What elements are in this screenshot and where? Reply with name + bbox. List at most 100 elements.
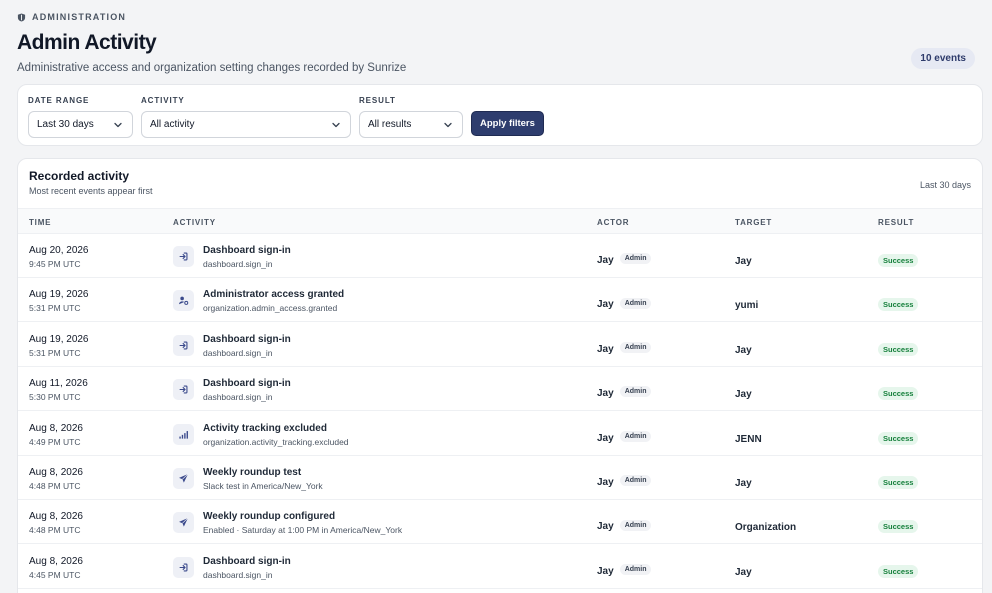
activity-code: dashboard.sign_in	[203, 569, 273, 580]
time-cell: Aug 20, 2026 9:45 PM UTC	[29, 245, 89, 269]
event-time: 4:45 PM UTC	[29, 569, 81, 580]
actor-name: Jay	[597, 432, 614, 444]
event-time: 5:31 PM UTC	[29, 347, 81, 358]
time-cell: Aug 11, 2026 5:30 PM UTC	[29, 378, 88, 402]
target-name: Jay	[735, 478, 752, 489]
time-cell: Aug 8, 2026 4:49 PM UTC	[29, 423, 83, 447]
activity-cell: Dashboard sign-in dashboard.sign_in	[203, 245, 291, 269]
status-badge: Success	[878, 476, 919, 489]
activity-code: Enabled · Saturday at 1:00 PM in America…	[203, 525, 403, 536]
result-filter: RESULT All results	[359, 96, 463, 138]
table-row[interactable]: Aug 8, 2026 4:45 PM UTC Dashboard sign-in d…	[18, 545, 982, 589]
activity-title: Dashboard sign-in	[203, 333, 291, 345]
activity-title: Dashboard sign-in	[203, 378, 291, 390]
event-date: Aug 11, 2026	[29, 378, 88, 390]
event-count-badge: 10 events	[911, 48, 975, 69]
target-cell: Jay	[735, 384, 752, 402]
time-cell: Aug 19, 2026 5:31 PM UTC	[29, 334, 89, 358]
status-badge: Success	[878, 298, 919, 312]
actor-name: Jay	[597, 565, 614, 577]
actor-cell: Jay Admin	[597, 250, 652, 268]
event-date: Aug 8, 2026	[29, 555, 83, 567]
target-name: Jay	[735, 256, 752, 267]
signal-bars-icon	[173, 423, 194, 445]
activity-code: dashboard.sign_in	[203, 392, 273, 403]
actor-cell: Jay Admin	[597, 516, 652, 534]
role-badge: Admin	[619, 297, 652, 309]
chevron-down-icon	[113, 120, 123, 130]
event-time: 5:30 PM UTC	[29, 392, 81, 403]
target-cell: Jay	[735, 562, 752, 580]
paper-plane-icon	[173, 468, 194, 489]
role-badge: Admin	[619, 386, 652, 398]
activity-cell: Dashboard sign-in dashboard.sign_in	[203, 378, 291, 402]
actor-name: Jay	[597, 255, 614, 266]
page-header: ADMINISTRATION Admin Activity Administra…	[17, 12, 975, 74]
actor-name: Jay	[597, 388, 614, 400]
target-name: JENN	[735, 433, 762, 445]
actor-name: Jay	[597, 477, 614, 488]
activity-select[interactable]: All activity	[141, 111, 351, 138]
date-range-select[interactable]: Last 30 days	[28, 111, 133, 138]
table-row[interactable]: Aug 19, 2026 5:31 PM UTC Administrator acc…	[18, 278, 982, 323]
page-title: Admin Activity	[17, 31, 157, 54]
activity-title: Dashboard sign-in	[203, 555, 291, 567]
table-row[interactable]: Aug 20, 2026 9:45 PM UTC Dashboard sign-in…	[18, 234, 982, 278]
recorded-activity-card: Recorded activity Most recent events app…	[17, 158, 983, 593]
target-cell: Jay	[735, 473, 752, 491]
card-title: Recorded activity	[29, 169, 130, 183]
activity-title: Weekly roundup test	[203, 467, 302, 478]
apply-filters-button[interactable]: Apply filters	[471, 111, 544, 136]
activity-filter-label: ACTIVITY	[141, 96, 185, 105]
result-cell: Success	[878, 428, 919, 446]
status-badge: Success	[878, 520, 919, 534]
activity-cell: Dashboard sign-in dashboard.sign_in	[203, 334, 291, 358]
status-badge: Success	[878, 564, 919, 578]
table-row[interactable]: Aug 8, 2026 4:49 PM UTC Activity tracking …	[18, 412, 982, 456]
activity-code: organization.admin_access.granted	[203, 303, 338, 314]
result-cell: Success	[878, 250, 919, 268]
sign-in-icon	[173, 334, 194, 356]
time-cell: Aug 8, 2026 4:48 PM UTC	[29, 511, 83, 535]
activity-cell: Weekly roundup configured Enabled · Satur…	[203, 511, 402, 535]
table-row[interactable]: Aug 11, 2026 5:30 PM UTC Dashboard sign-in…	[18, 367, 982, 412]
column-header-activity: ACTIVITY	[173, 218, 216, 227]
activity-code: organization.activity_tracking.excluded	[203, 436, 349, 447]
eyebrow-label: ADMINISTRATION	[32, 12, 127, 22]
target-name: Organization	[735, 522, 797, 534]
event-time: 4:49 PM UTC	[29, 436, 81, 447]
actor-cell: Jay Admin	[597, 561, 652, 579]
result-filter-value: All results	[368, 119, 412, 130]
event-date: Aug 19, 2026	[29, 333, 89, 345]
status-badge: Success	[878, 387, 919, 401]
result-select[interactable]: All results	[359, 111, 463, 138]
activity-code: dashboard.sign_in	[203, 259, 273, 269]
date-range-value: Last 30 days	[37, 119, 94, 130]
table-row[interactable]: Aug 8, 2026 4:48 PM UTC Weekly roundup tes…	[18, 456, 982, 500]
table-header: TIME ACTIVITY ACTOR TARGET RESULT	[18, 208, 982, 234]
activity-title: Dashboard sign-in	[203, 245, 291, 256]
filter-bar: DATE RANGE Last 30 days ACTIVITY All act…	[17, 84, 983, 146]
actor-name: Jay	[597, 343, 614, 355]
result-cell: Success	[878, 383, 919, 401]
target-name: yumi	[735, 300, 759, 312]
activity-title: Administrator access granted	[203, 289, 345, 301]
event-date: Aug 19, 2026	[29, 289, 89, 301]
activity-code: Slack test in America/New_York	[203, 481, 323, 491]
actor-cell: Jay Admin	[597, 294, 652, 312]
target-name: Jay	[735, 344, 752, 356]
event-date: Aug 8, 2026	[29, 467, 83, 478]
activity-cell: Administrator access granted organization…	[203, 289, 344, 313]
date-range-label: DATE RANGE	[28, 96, 90, 105]
card-subtitle: Most recent events appear first	[29, 186, 153, 196]
time-cell: Aug 19, 2026 5:31 PM UTC	[29, 289, 89, 313]
table-row[interactable]: Aug 8, 2026 4:48 PM UTC Weekly roundup con…	[18, 500, 982, 545]
activity-code: dashboard.sign_in	[203, 347, 273, 358]
event-time: 4:48 PM UTC	[29, 525, 81, 536]
status-badge: Success	[878, 254, 919, 267]
event-time: 9:45 PM UTC	[29, 259, 81, 269]
column-header-actor: ACTOR	[597, 218, 630, 227]
column-header-target: TARGET	[735, 218, 773, 227]
user-gear-icon	[173, 290, 194, 312]
table-row[interactable]: Aug 19, 2026 5:31 PM UTC Dashboard sign-in…	[18, 323, 982, 367]
